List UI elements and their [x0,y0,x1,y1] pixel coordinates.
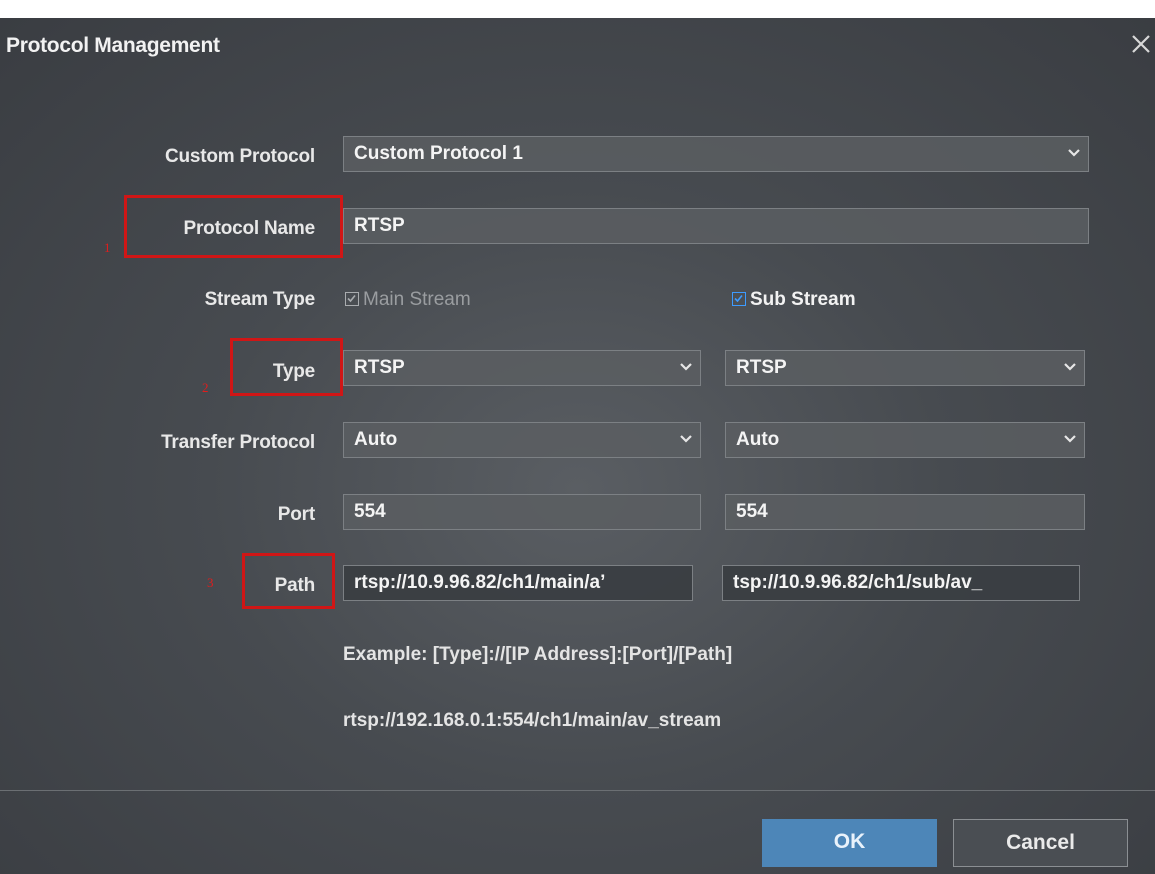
transfer-protocol-label: Transfer Protocol [161,432,315,453]
sub-port-input[interactable]: 554 [725,494,1085,530]
custom-protocol-select[interactable]: Custom Protocol 1 [343,136,1089,172]
annotation-number-3: 3 [207,575,214,590]
sub-stream-checkbox[interactable]: Sub Stream [732,289,856,311]
main-port-input[interactable]: 554 [343,494,701,530]
sub-port-value: 554 [736,501,768,522]
chevron-down-icon [680,435,692,443]
port-label: Port [277,504,315,525]
sub-type-select[interactable]: RTSP [725,350,1085,386]
protocol-name-value: RTSP [354,215,405,236]
main-transfer-protocol-select[interactable]: Auto [343,422,701,458]
chevron-down-icon [1068,149,1080,157]
main-type-select[interactable]: RTSP [343,350,701,386]
sub-transfer-protocol-value: Auto [736,429,780,450]
main-path-input[interactable]: rtsp://10.9.96.82/ch1/main/a’ [343,565,693,601]
annotation-number-1: 1 [104,240,111,255]
path-label: Path [274,575,316,596]
chevron-down-icon [1064,363,1076,371]
example-url-text: rtsp://192.168.0.1:554/ch1/main/av_strea… [343,710,722,731]
main-transfer-protocol-value: Auto [354,429,398,450]
chevron-down-icon [1064,435,1076,443]
cancel-button[interactable]: Cancel [953,819,1128,867]
protocol-name-label: Protocol Name [183,218,316,239]
type-label: Type [272,361,315,382]
example-format-text: Example: [Type]://[IP Address]:[Port]/[P… [343,644,733,665]
close-icon[interactable] [1127,28,1155,58]
main-path-value: rtsp://10.9.96.82/ch1/main/a’ [354,572,606,593]
chevron-down-icon [680,363,692,371]
stream-type-label: Stream Type [204,289,316,310]
sub-stream-label: Sub Stream [750,289,856,310]
footer-divider [0,790,1155,791]
main-stream-checkbox[interactable]: Main Stream [345,289,471,311]
annotation-number-2: 2 [202,380,209,395]
protocol-management-dialog: Protocol Management Custom Protocol Cust… [0,18,1155,874]
main-port-value: 554 [354,501,386,522]
sub-path-input[interactable]: tsp://10.9.96.82/ch1/sub/av_ [722,565,1080,601]
sub-type-value: RTSP [736,357,787,378]
sub-path-value: tsp://10.9.96.82/ch1/sub/av_ [733,572,983,593]
custom-protocol-value: Custom Protocol 1 [354,143,523,164]
ok-button[interactable]: OK [762,819,937,867]
dialog-title: Protocol Management [6,34,220,57]
protocol-name-input[interactable]: RTSP [343,208,1089,244]
main-stream-label: Main Stream [363,289,471,310]
main-type-value: RTSP [354,357,405,378]
checkbox-checked-icon [732,292,746,306]
sub-transfer-protocol-select[interactable]: Auto [725,422,1085,458]
checkbox-checked-icon [345,292,359,306]
custom-protocol-label: Custom Protocol [164,146,315,167]
